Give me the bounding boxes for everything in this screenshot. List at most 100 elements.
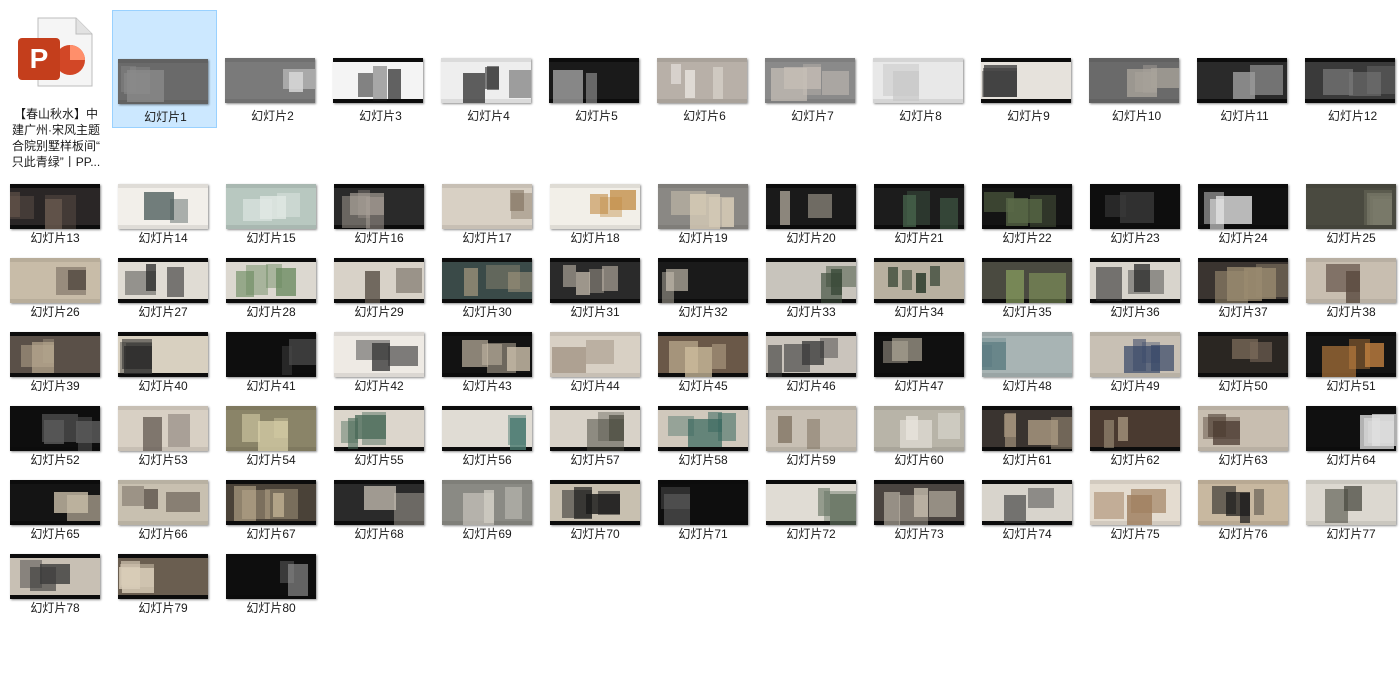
slide-thumbnail-item[interactable]: 幻灯片31 — [541, 248, 649, 319]
slide-thumbnail-item[interactable]: 幻灯片49 — [1081, 322, 1189, 393]
slide-thumbnail-item[interactable]: 幻灯片27 — [109, 248, 217, 319]
slide-thumbnail-item[interactable]: 幻灯片40 — [109, 322, 217, 393]
slide-thumbnail-item[interactable]: 幻灯片44 — [541, 322, 649, 393]
slide-thumbnail-item[interactable]: 幻灯片32 — [649, 248, 757, 319]
slide-label: 幻灯片42 — [354, 379, 404, 393]
slide-thumbnail-item[interactable]: 幻灯片9 — [976, 10, 1081, 128]
slide-thumbnail-item[interactable]: 幻灯片41 — [217, 322, 325, 393]
slide-preview-image — [658, 258, 748, 303]
slide-thumbnail-item[interactable]: 幻灯片5 — [544, 10, 649, 128]
slide-thumbnail-item[interactable]: 幻灯片19 — [649, 174, 757, 245]
slide-thumbnail-item[interactable]: 幻灯片79 — [109, 544, 217, 615]
slide-thumbnail-item[interactable]: 幻灯片53 — [109, 396, 217, 467]
slide-label: 幻灯片64 — [1326, 453, 1376, 467]
slide-thumbnail-item[interactable]: 幻灯片43 — [433, 322, 541, 393]
slide-preview-image — [1306, 258, 1396, 303]
slide-thumbnail-item[interactable]: 幻灯片30 — [433, 248, 541, 319]
slide-thumbnail-item[interactable]: 幻灯片64 — [1297, 396, 1400, 467]
slide-thumbnail-item[interactable]: 幻灯片42 — [325, 322, 433, 393]
slide-thumbnail-item[interactable]: 幻灯片6 — [652, 10, 757, 128]
slide-thumbnail-item[interactable]: 幻灯片47 — [865, 322, 973, 393]
slide-thumbnail-item[interactable]: 幻灯片8 — [868, 10, 973, 128]
slide-thumbnail-item[interactable]: 幻灯片67 — [217, 470, 325, 541]
slide-thumbnail-item[interactable]: 幻灯片15 — [217, 174, 325, 245]
slide-thumbnail-item[interactable]: 幻灯片26 — [1, 248, 109, 319]
slide-thumbnail-item[interactable]: 幻灯片50 — [1189, 322, 1297, 393]
slide-thumbnail-item[interactable]: 幻灯片51 — [1297, 322, 1400, 393]
slide-label: 幻灯片35 — [1002, 305, 1052, 319]
slide-thumbnail-item[interactable]: 幻灯片56 — [433, 396, 541, 467]
slide-thumbnail-item[interactable]: 幻灯片80 — [217, 544, 325, 615]
slide-thumbnail-item[interactable]: 幻灯片16 — [325, 174, 433, 245]
slide-thumbnail-item[interactable]: 幻灯片20 — [757, 174, 865, 245]
slide-thumbnail-item[interactable]: 幻灯片4 — [436, 10, 541, 128]
slide-thumbnail-item[interactable]: 幻灯片60 — [865, 396, 973, 467]
slide-thumbnail-item[interactable]: 幻灯片62 — [1081, 396, 1189, 467]
slide-thumbnail-item[interactable]: 幻灯片29 — [325, 248, 433, 319]
slide-thumbnail-item[interactable]: 幻灯片12 — [1300, 10, 1400, 128]
slide-preview-image — [1306, 406, 1396, 451]
slide-thumbnail-item[interactable]: 幻灯片71 — [649, 470, 757, 541]
slide-thumbnail-item[interactable]: 幻灯片1 — [112, 10, 217, 128]
slide-thumbnail-item[interactable]: 幻灯片52 — [1, 396, 109, 467]
slide-thumbnail-item[interactable]: 幻灯片24 — [1189, 174, 1297, 245]
pptx-file-item[interactable]: P 【春山秋水】中 建广州·宋风主题 合院别墅样板间“ 只此青绿”丨PP... — [4, 10, 108, 182]
slide-thumbnail-item[interactable]: 幻灯片46 — [757, 322, 865, 393]
slide-thumbnail-item[interactable]: 幻灯片74 — [973, 470, 1081, 541]
slide-label: 幻灯片12 — [1327, 109, 1378, 123]
slide-thumbnail-item[interactable]: 幻灯片37 — [1189, 248, 1297, 319]
slide-thumbnail-item[interactable]: 幻灯片33 — [757, 248, 865, 319]
slide-label: 幻灯片50 — [1218, 379, 1268, 393]
slide-thumbnail-item[interactable]: 幻灯片76 — [1189, 470, 1297, 541]
slide-thumbnail-item[interactable]: 幻灯片58 — [649, 396, 757, 467]
slide-thumbnail-item[interactable]: 幻灯片11 — [1192, 10, 1297, 128]
slide-preview-image — [226, 480, 316, 525]
slide-thumbnail-item[interactable]: 幻灯片14 — [109, 174, 217, 245]
slide-preview-image — [1090, 184, 1180, 229]
slide-thumbnail-item[interactable]: 幻灯片13 — [1, 174, 109, 245]
slide-thumbnail-item[interactable]: 幻灯片21 — [865, 174, 973, 245]
slide-thumbnail-item[interactable]: 幻灯片2 — [220, 10, 325, 128]
slide-thumbnail-item[interactable]: 幻灯片38 — [1297, 248, 1400, 319]
slide-thumbnail-item[interactable]: 幻灯片10 — [1084, 10, 1189, 128]
slide-thumbnail-item[interactable]: 幻灯片68 — [325, 470, 433, 541]
slide-thumbnail-item[interactable]: 幻灯片69 — [433, 470, 541, 541]
slide-label: 幻灯片6 — [683, 109, 726, 123]
slide-thumbnail-item[interactable]: 幻灯片48 — [973, 322, 1081, 393]
slide-preview-image — [10, 332, 100, 377]
slide-thumbnail-item[interactable]: 幻灯片73 — [865, 470, 973, 541]
slide-thumbnail-item[interactable]: 幻灯片34 — [865, 248, 973, 319]
slide-thumbnail-item[interactable]: 幻灯片25 — [1297, 174, 1400, 245]
slide-thumbnail-item[interactable]: 幻灯片3 — [328, 10, 433, 128]
slide-label: 幻灯片49 — [1110, 379, 1160, 393]
slide-thumbnail-item[interactable]: 幻灯片57 — [541, 396, 649, 467]
slide-thumbnail-item[interactable]: 幻灯片63 — [1189, 396, 1297, 467]
slide-thumbnail-item[interactable]: 幻灯片61 — [973, 396, 1081, 467]
slide-thumbnail-item[interactable]: 幻灯片22 — [973, 174, 1081, 245]
slide-thumbnail-item[interactable]: 幻灯片7 — [760, 10, 865, 128]
slide-thumbnail-item[interactable]: 幻灯片18 — [541, 174, 649, 245]
slide-thumbnail-item[interactable]: 幻灯片77 — [1297, 470, 1400, 541]
slide-thumbnail-item[interactable]: 幻灯片35 — [973, 248, 1081, 319]
slide-thumbnail-item[interactable]: 幻灯片75 — [1081, 470, 1189, 541]
slide-label: 幻灯片55 — [354, 453, 404, 467]
slide-thumbnail-item[interactable]: 幻灯片54 — [217, 396, 325, 467]
slide-thumbnail-item[interactable]: 幻灯片78 — [1, 544, 109, 615]
slide-thumbnail-item[interactable]: 幻灯片28 — [217, 248, 325, 319]
slide-thumbnail-item[interactable]: 幻灯片59 — [757, 396, 865, 467]
slide-preview-image — [1306, 332, 1396, 377]
slide-thumbnail-item[interactable]: 幻灯片39 — [1, 322, 109, 393]
slide-thumbnail-item[interactable]: 幻灯片72 — [757, 470, 865, 541]
slide-label: 幻灯片9 — [1007, 109, 1050, 123]
slide-thumbnail-item[interactable]: 幻灯片55 — [325, 396, 433, 467]
slide-thumbnail-item[interactable]: 幻灯片23 — [1081, 174, 1189, 245]
slide-thumbnail-item[interactable]: 幻灯片45 — [649, 322, 757, 393]
slide-thumbnail-item[interactable]: 幻灯片70 — [541, 470, 649, 541]
slide-thumbnail-item[interactable]: 幻灯片17 — [433, 174, 541, 245]
slide-thumbnail-item[interactable]: 幻灯片36 — [1081, 248, 1189, 319]
slide-preview-image — [766, 332, 856, 377]
slide-preview-image — [765, 58, 855, 103]
slide-preview-image — [766, 406, 856, 451]
slide-thumbnail-item[interactable]: 幻灯片66 — [109, 470, 217, 541]
slide-thumbnail-item[interactable]: 幻灯片65 — [1, 470, 109, 541]
